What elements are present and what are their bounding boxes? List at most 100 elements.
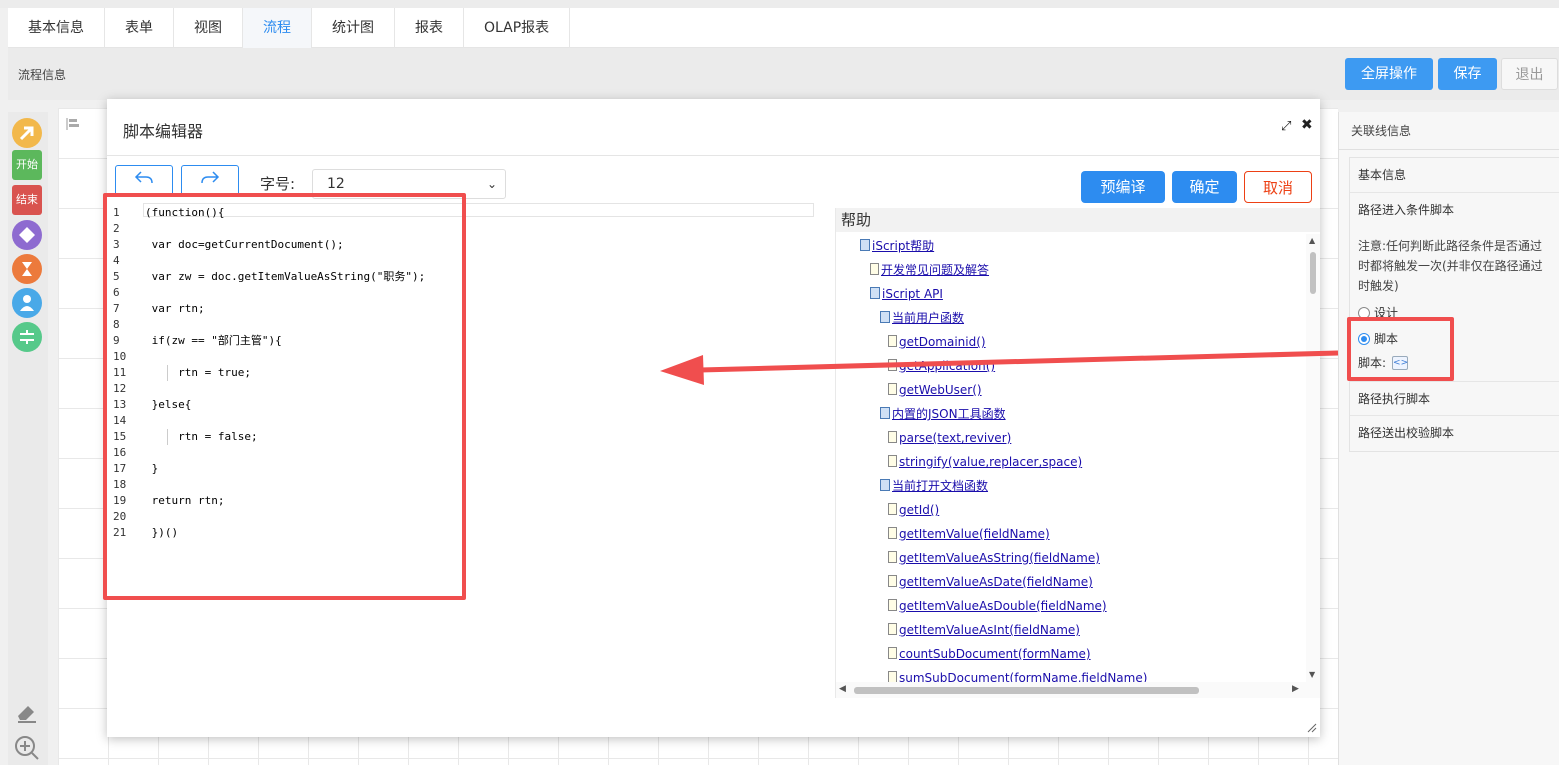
book-icon <box>880 479 890 491</box>
tab-basic-info[interactable]: 基本信息 <box>8 8 105 48</box>
resize-handle-icon[interactable] <box>1305 721 1317 733</box>
exec-script-section[interactable]: 路径执行脚本 <box>1350 381 1559 416</box>
file-icon <box>888 431 897 443</box>
help-tree-node[interactable]: 当前打开文档函数 <box>880 477 988 495</box>
end-node-button[interactable]: 结束 <box>12 185 42 215</box>
tab-olap-report[interactable]: OLAP报表 <box>464 8 571 48</box>
help-tree-node[interactable]: iScript帮助 <box>860 237 934 255</box>
eraser-icon[interactable] <box>14 700 40 724</box>
file-icon <box>888 503 897 515</box>
start-node-button[interactable]: 开始 <box>12 150 42 180</box>
help-tree-node[interactable]: stringify(value,replacer,space) <box>888 453 1082 471</box>
help-tree-node[interactable]: sumSubDocument(formName,fieldName) <box>888 669 1147 682</box>
save-button[interactable]: 保存 <box>1438 58 1497 90</box>
file-icon <box>888 359 897 371</box>
dialog-title: 脚本编辑器 <box>123 122 204 141</box>
timer-node-icon[interactable] <box>12 254 42 284</box>
help-tree-link[interactable]: getDomainid() <box>899 335 986 349</box>
tab-form[interactable]: 表单 <box>105 8 174 48</box>
help-tree-link[interactable]: 当前用户函数 <box>892 311 964 325</box>
font-size-label: 字号: <box>260 175 296 193</box>
help-tree-link[interactable]: sumSubDocument(formName,fieldName) <box>899 671 1147 682</box>
panel-title: 关联线信息 <box>1339 112 1559 150</box>
help-tree-node[interactable]: getId() <box>888 501 939 519</box>
redo-icon <box>201 171 220 184</box>
help-tree-node[interactable]: 内置的JSON工具函数 <box>880 405 1006 423</box>
help-horizontal-scrollbar[interactable]: ◀ ▶ <box>836 682 1320 698</box>
help-tree-link[interactable]: getApplication() <box>899 359 995 373</box>
help-tree-node[interactable]: getItemValueAsInt(fieldName) <box>888 621 1080 639</box>
file-icon <box>888 623 897 635</box>
help-tree-link[interactable]: getItemValue(fieldName) <box>899 527 1050 541</box>
help-tree-link[interactable]: iScript帮助 <box>872 239 934 253</box>
help-tree: iScript帮助开发常见问题及解答 iScript API 当前用户函数 getDo… <box>836 234 1306 682</box>
help-tree-node[interactable]: countSubDocument(formName) <box>888 645 1091 663</box>
help-tree-link[interactable]: iScript API <box>882 287 943 301</box>
help-tree-link[interactable]: stringify(value,replacer,space) <box>899 455 1082 469</box>
tab-report[interactable]: 报表 <box>395 8 464 48</box>
help-tree-node[interactable]: getDomainid() <box>888 333 986 351</box>
exit-button[interactable]: 退出 <box>1501 58 1558 90</box>
help-tree-node[interactable]: 当前用户函数 <box>880 309 964 327</box>
help-tree-link[interactable]: 开发常见问题及解答 <box>881 263 989 277</box>
book-icon <box>870 287 880 299</box>
cancel-button[interactable]: 取消 <box>1244 171 1312 203</box>
fullscreen-button[interactable]: 全屏操作 <box>1345 58 1433 90</box>
help-tree-link[interactable]: parse(text,reviver) <box>899 431 1011 445</box>
align-icon[interactable] <box>66 118 80 130</box>
file-icon <box>888 455 897 467</box>
tab-statistics-chart[interactable]: 统计图 <box>312 8 395 48</box>
font-size-value: 12 <box>327 176 345 192</box>
scroll-right-icon[interactable]: ▶ <box>1292 684 1299 694</box>
transition-arrow-icon[interactable] <box>12 118 42 148</box>
file-icon <box>888 551 897 563</box>
help-tree-node[interactable]: getItemValueAsDouble(fieldName) <box>888 597 1107 615</box>
help-tree-link[interactable]: 内置的JSON工具函数 <box>892 407 1006 421</box>
help-tree-node[interactable]: parse(text,reviver) <box>888 429 1011 447</box>
enter-condition-section[interactable]: 路径进入条件脚本 <box>1350 193 1559 228</box>
help-tree-link[interactable]: getItemValueAsInt(fieldName) <box>899 623 1080 637</box>
close-icon[interactable]: ✖ <box>1301 117 1313 133</box>
scroll-down-icon[interactable]: ▼ <box>1309 670 1315 679</box>
help-tree-link[interactable]: 当前打开文档函数 <box>892 479 988 493</box>
scroll-up-icon[interactable]: ▲ <box>1309 236 1315 245</box>
user-task-icon[interactable] <box>12 288 42 318</box>
chevron-down-icon: ⌄ <box>486 177 497 191</box>
help-tree-node[interactable]: getItemValueAsString(fieldName) <box>888 549 1100 567</box>
split-node-icon[interactable] <box>12 322 42 352</box>
help-tree-link[interactable]: getItemValueAsDouble(fieldName) <box>899 599 1107 613</box>
book-icon <box>880 311 890 323</box>
script-option-highlight-box <box>1347 317 1454 381</box>
help-tree-node[interactable]: 开发常见问题及解答 <box>870 261 989 279</box>
help-tree-node[interactable]: getItemValue(fieldName) <box>888 525 1050 543</box>
help-tree-node[interactable]: getItemValueAsDate(fieldName) <box>888 573 1093 591</box>
book-icon <box>880 407 890 419</box>
horizontal-scroll-thumb[interactable] <box>854 687 1199 694</box>
help-tree-node[interactable]: getWebUser() <box>888 381 982 399</box>
tab-flow[interactable]: 流程 <box>243 8 312 48</box>
precompile-button[interactable]: 预编译 <box>1081 171 1165 203</box>
basic-info-section[interactable]: 基本信息 <box>1350 158 1559 193</box>
help-tree-link[interactable]: getItemValueAsString(fieldName) <box>899 551 1100 565</box>
zoom-in-icon[interactable] <box>13 734 41 762</box>
help-tree-node[interactable]: getApplication() <box>888 357 995 375</box>
tab-view[interactable]: 视图 <box>174 8 243 48</box>
vertical-scroll-thumb[interactable] <box>1310 252 1316 294</box>
gateway-diamond-icon[interactable] <box>12 220 42 250</box>
help-tree-link[interactable]: getItemValueAsDate(fieldName) <box>899 575 1093 589</box>
dialog-divider <box>107 155 1320 156</box>
confirm-button[interactable]: 确定 <box>1172 171 1237 203</box>
help-tree-node[interactable]: iScript API <box>870 285 943 303</box>
help-tree-link[interactable]: getWebUser() <box>899 383 982 397</box>
code-highlight-box <box>103 193 466 600</box>
main-tabbar: 基本信息 表单 视图 流程 统计图 报表 OLAP报表 <box>8 8 1559 48</box>
maximize-icon[interactable]: ⤢ <box>1281 119 1291 134</box>
help-vertical-scrollbar[interactable]: ▲ ▼ <box>1306 234 1320 684</box>
help-tree-link[interactable]: getId() <box>899 503 939 517</box>
validate-script-section[interactable]: 路径送出校验脚本 <box>1350 416 1559 451</box>
scroll-left-icon[interactable]: ◀ <box>839 684 846 694</box>
help-tree-link[interactable]: countSubDocument(formName) <box>899 647 1091 661</box>
node-palette: 开始 结束 <box>8 112 48 765</box>
book-icon <box>860 239 870 251</box>
page-title: 流程信息 <box>18 68 67 82</box>
